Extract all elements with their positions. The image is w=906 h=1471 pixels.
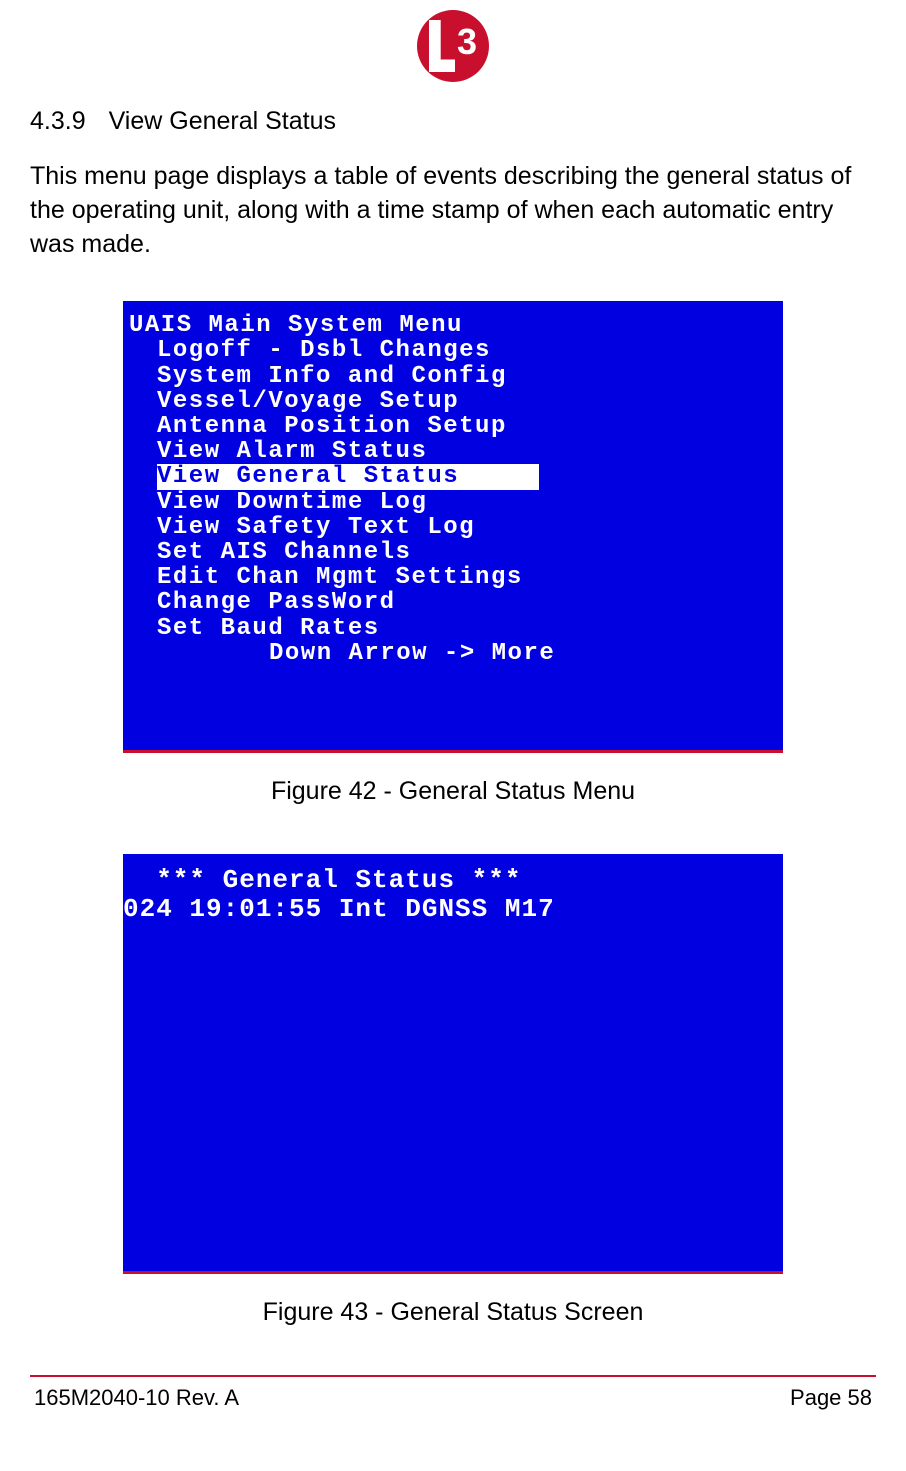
footer-right: Page 58 (790, 1385, 872, 1411)
body-paragraph: This menu page displays a table of event… (30, 160, 876, 261)
footer-rule (30, 1375, 876, 1377)
menu-item: Edit Chan Mgmt Settings (129, 565, 777, 590)
menu-item-selected: View General Status (157, 464, 539, 489)
menu-item: View Downtime Log (129, 490, 777, 515)
status-title: *** General Status *** (123, 866, 777, 895)
logo-text: 3 (457, 24, 477, 60)
section-heading: 4.3.9 View General Status (30, 107, 876, 136)
logo: 3 (30, 10, 876, 87)
terminal-title: UAIS Main System Menu (129, 313, 777, 338)
terminal-footer: Down Arrow -> More (129, 641, 777, 666)
menu-item: Change PassWord (129, 590, 777, 615)
figure-42-terminal: UAIS Main System Menu Logoff - Dsbl Chan… (123, 301, 783, 753)
figure-42-caption: Figure 42 - General Status Menu (30, 777, 876, 806)
menu-item: Vessel/Voyage Setup (129, 389, 777, 414)
menu-item: View Safety Text Log (129, 515, 777, 540)
figure-43-caption: Figure 43 - General Status Screen (30, 1298, 876, 1327)
menu-item: Set Baud Rates (129, 616, 777, 641)
menu-item: Logoff - Dsbl Changes (129, 338, 777, 363)
footer-left: 165M2040-10 Rev. A (34, 1385, 239, 1411)
menu-item: View Alarm Status (129, 439, 777, 464)
section-number: 4.3.9 (30, 107, 86, 136)
figure-43-terminal: *** General Status *** 024 19:01:55 Int … (123, 854, 783, 1274)
page-footer: 165M2040-10 Rev. A Page 58 (30, 1385, 876, 1411)
menu-item: System Info and Config (129, 364, 777, 389)
section-title: View General Status (109, 107, 336, 135)
menu-item: Antenna Position Setup (129, 414, 777, 439)
menu-item: Set AIS Channels (129, 540, 777, 565)
status-line: 024 19:01:55 Int DGNSS M17 (123, 895, 777, 924)
